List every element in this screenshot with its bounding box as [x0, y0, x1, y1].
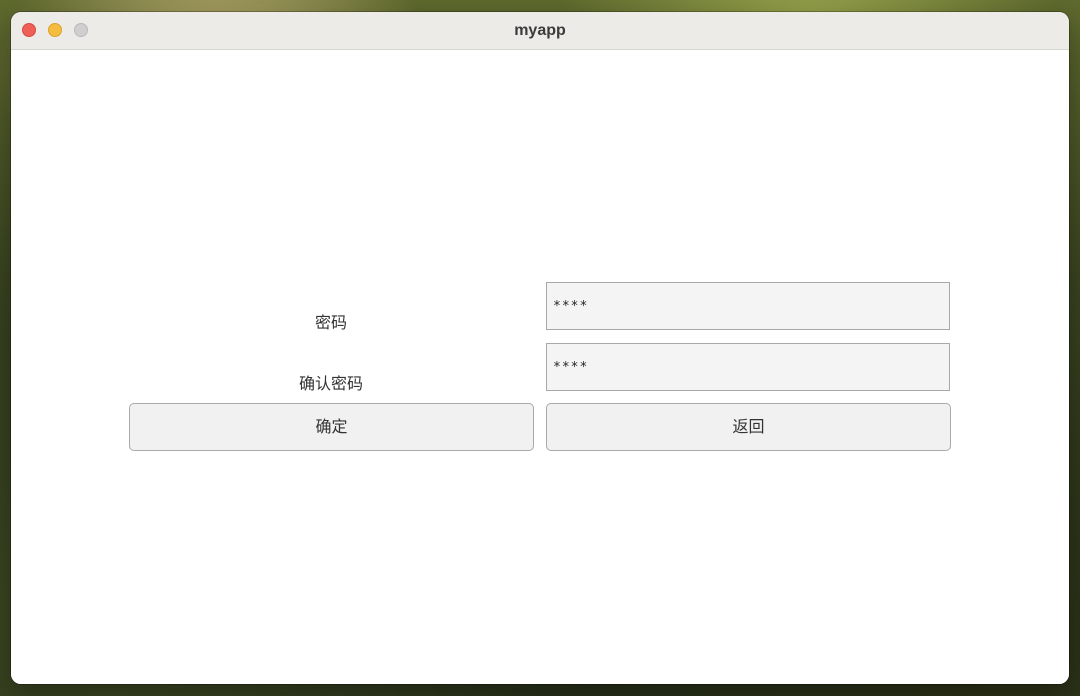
back-button[interactable]: 返回 [546, 403, 951, 451]
password-field[interactable] [546, 282, 950, 330]
window-title: myapp [514, 22, 566, 39]
title-bar[interactable]: myapp [11, 12, 1069, 50]
confirm-password-label: 确认密码 [298, 374, 363, 393]
confirm-password-field[interactable] [546, 343, 950, 391]
close-window-button[interactable] [22, 23, 36, 37]
confirm-button[interactable]: 确定 [129, 403, 534, 451]
app-window: myapp 密码 确认密码 确定 返回 [11, 12, 1069, 684]
minimize-window-button[interactable] [48, 23, 62, 37]
password-label: 密码 [314, 313, 347, 332]
form-panel: 密码 确认密码 确定 返回 [11, 50, 1069, 684]
zoom-window-button[interactable] [74, 23, 88, 37]
